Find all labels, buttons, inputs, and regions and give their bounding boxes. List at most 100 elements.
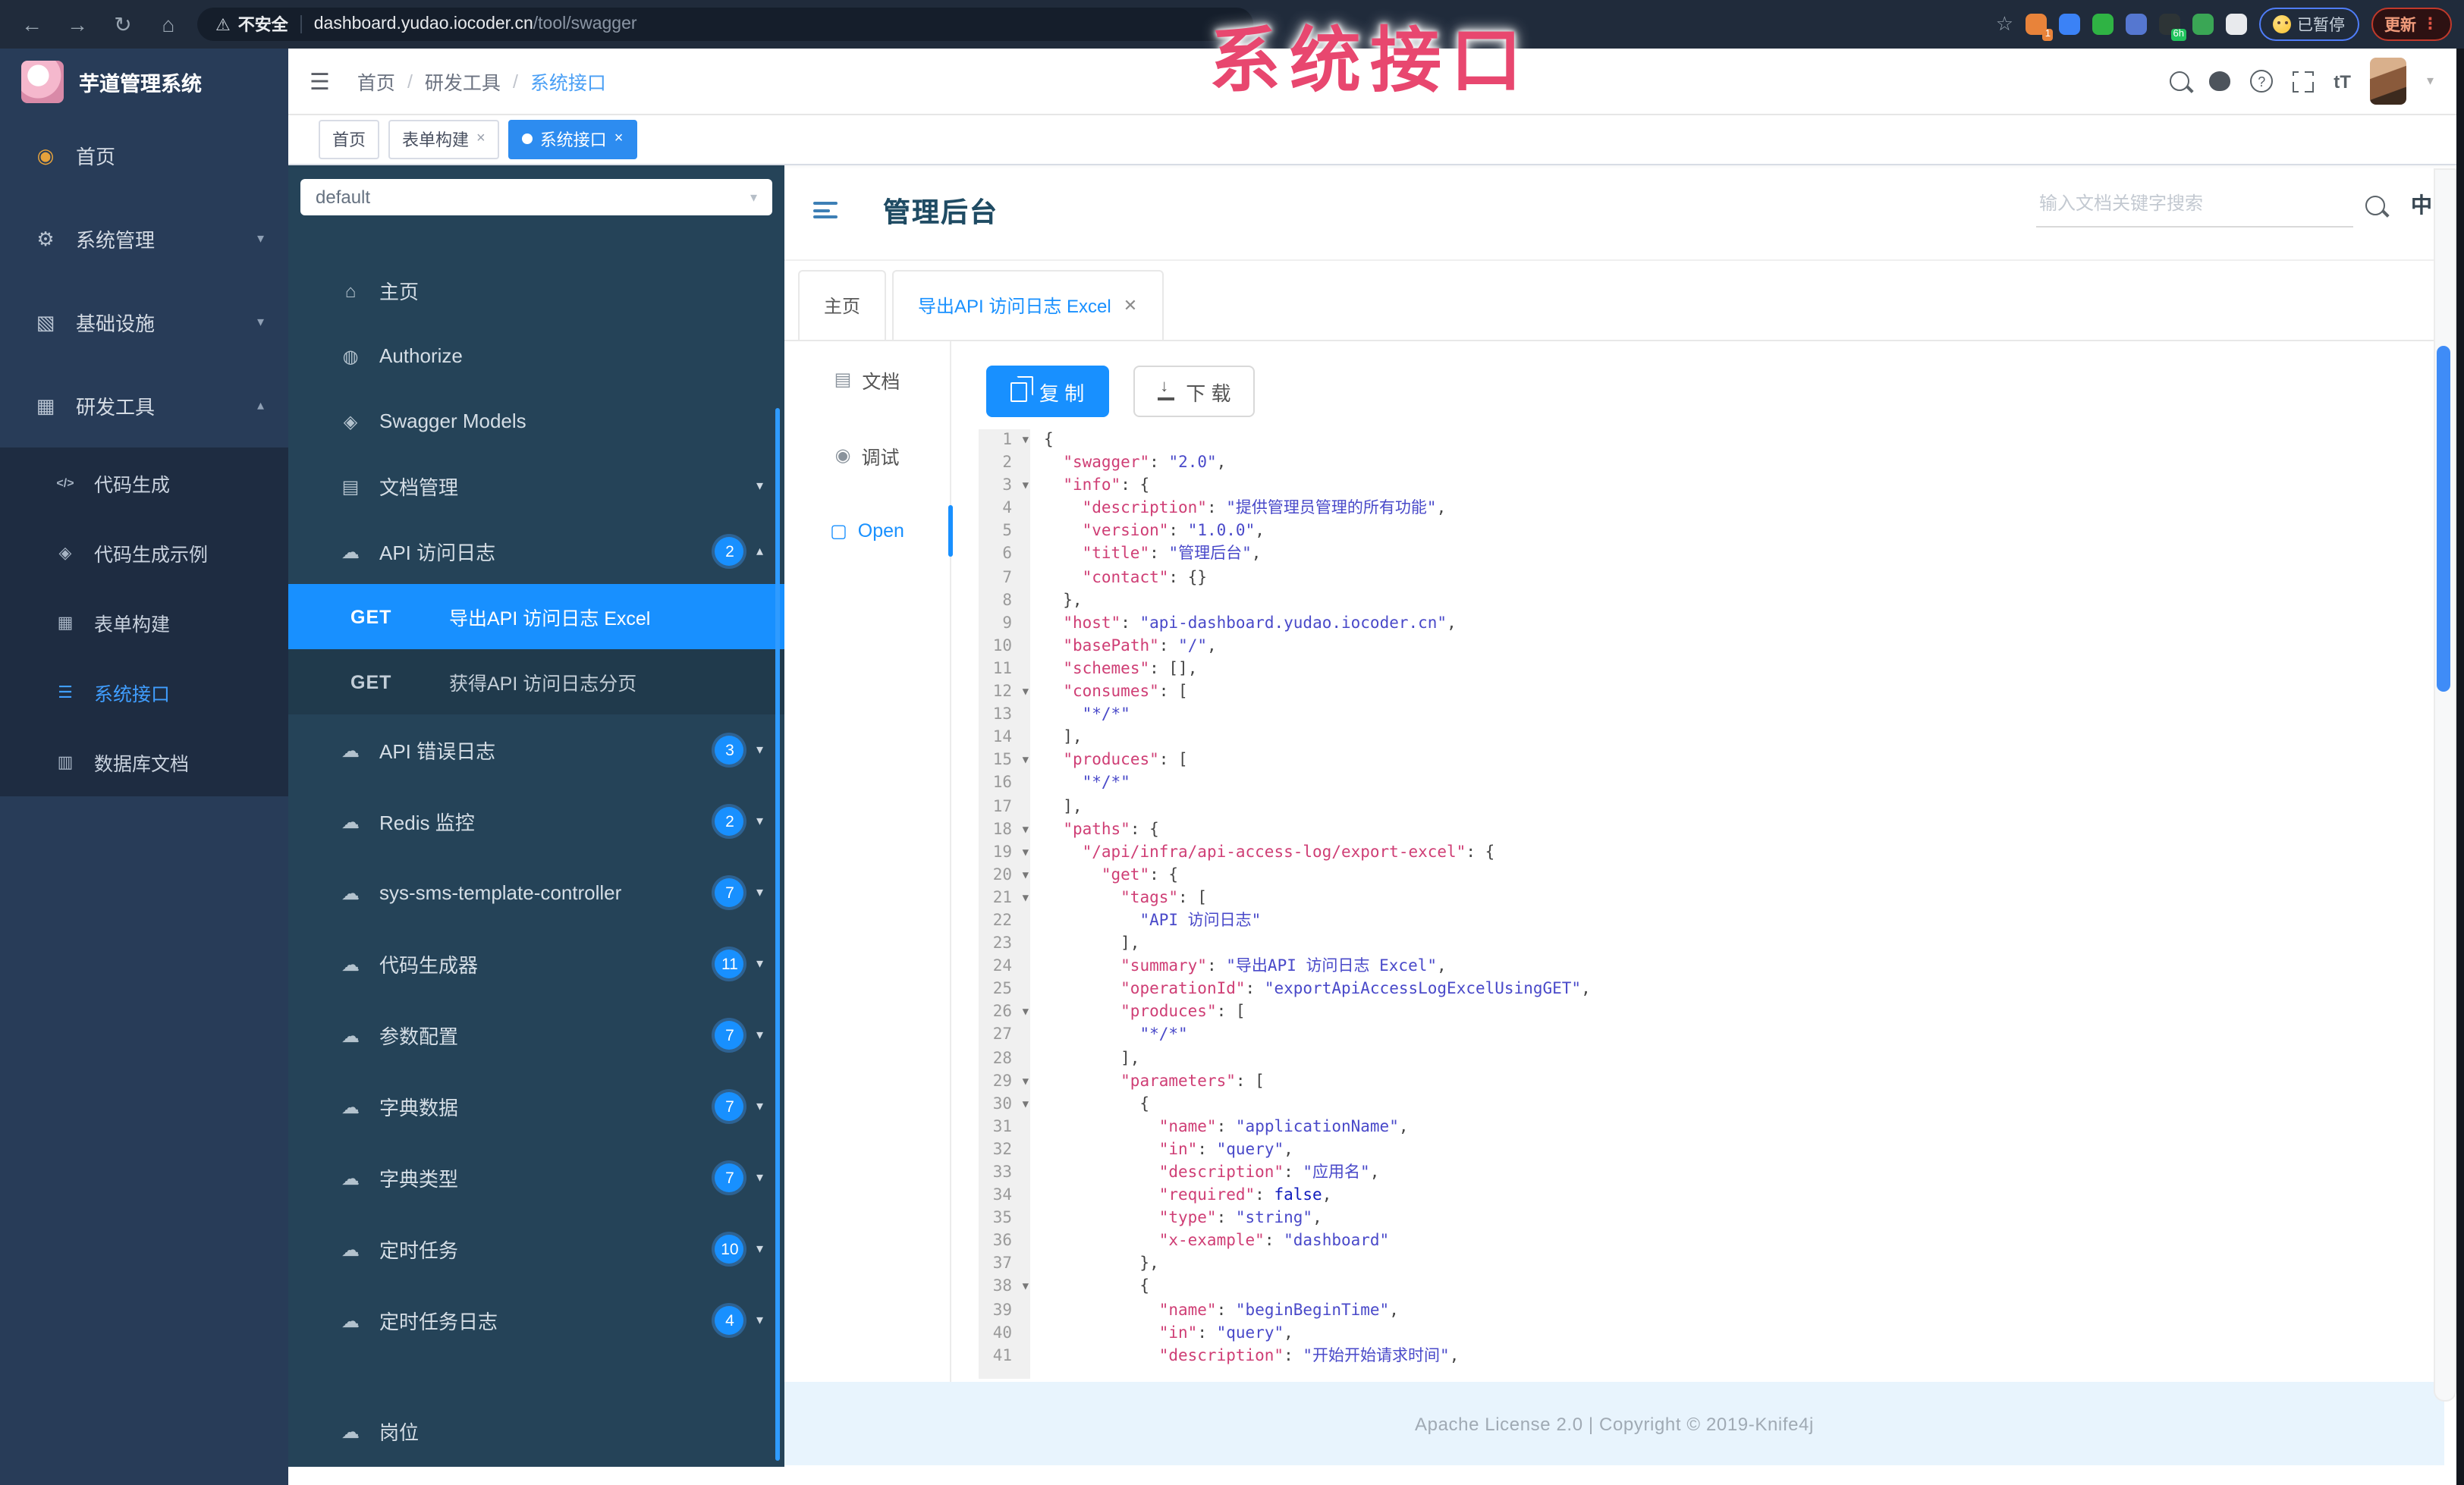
extension-dark-icon[interactable]: 6h xyxy=(2159,14,2186,41)
fold-arrow-icon[interactable]: ▼ xyxy=(1023,429,1029,452)
fullscreen-icon[interactable] xyxy=(2290,68,2315,92)
view-tag[interactable]: 首页 xyxy=(319,119,379,159)
browser-reload-icon[interactable]: ↻ xyxy=(109,11,137,37)
count-badge: 3 xyxy=(715,736,744,764)
operation-item[interactable]: GET 导出API 访问日志 Excel xyxy=(288,584,784,649)
doc-side-tab-open[interactable]: ▢ Open xyxy=(784,493,953,569)
search-icon[interactable] xyxy=(2170,71,2190,91)
fold-arrow-icon[interactable]: ▼ xyxy=(1023,841,1029,864)
swagger-nav-item[interactable]: ⌂ 主页 xyxy=(288,258,784,323)
breadcrumb-item[interactable]: 研发工具 xyxy=(425,67,501,96)
app-logo-block[interactable]: 芋道管理系统 xyxy=(0,49,288,114)
fold-arrow-icon[interactable]: ▼ xyxy=(1023,818,1029,841)
sidebar-subitem[interactable]: ▦ 表单构建 xyxy=(0,587,288,657)
download-button[interactable]: 下 载 xyxy=(1133,366,1256,417)
swagger-tag-item[interactable]: ☁ 定时任务日志 4 ▾ xyxy=(288,1285,784,1356)
doc-side-tab-调试[interactable]: ◉ 调试 xyxy=(784,417,950,493)
hamburger-icon[interactable]: ☰ xyxy=(310,68,330,95)
extension-blue-drop-icon[interactable] xyxy=(2059,14,2080,35)
close-tag-icon[interactable]: × xyxy=(476,130,486,147)
collapse-sidebar-icon[interactable] xyxy=(813,202,838,220)
doc-side-tab-文档[interactable]: ▤ 文档 xyxy=(784,341,950,417)
tag-item-extras: 7 ▾ xyxy=(715,1092,763,1121)
language-toggle-icon[interactable]: 中 xyxy=(2411,190,2432,220)
view-tag[interactable]: 系统接口 × xyxy=(508,119,637,159)
fold-arrow-icon[interactable]: ▼ xyxy=(1023,865,1029,887)
extension-white-star-icon[interactable] xyxy=(2226,14,2247,35)
close-tab-icon[interactable]: ✕ xyxy=(1124,296,1137,316)
code-line: "in": "query", xyxy=(1158,1140,1293,1159)
fold-arrow-icon[interactable]: ▼ xyxy=(1023,750,1029,773)
address-bar[interactable]: ⚠ 不安全 dashboard.yudao.iocoder.cn/tool/sw… xyxy=(197,8,1253,41)
extension-orange-icon[interactable]: 1 xyxy=(2026,14,2053,41)
swagger-nav-item[interactable]: ☁ API 访问日志 2 ▴ xyxy=(288,519,784,584)
breadcrumb-item[interactable]: 首页 xyxy=(357,67,395,96)
code-line: "name": "beginBeginTime", xyxy=(1158,1301,1399,1320)
user-avatar[interactable] xyxy=(2370,58,2407,105)
sidebar-subitem[interactable]: ◈ 代码生成示例 xyxy=(0,517,288,587)
extension-green-circle-icon[interactable] xyxy=(2092,14,2114,35)
swagger-nav-item[interactable]: ▤ 文档管理 ▾ xyxy=(288,454,784,519)
operation-item[interactable]: GET 获得API 访问日志分页 xyxy=(288,649,784,714)
fold-arrow-icon[interactable]: ▼ xyxy=(1023,887,1029,910)
paused-extension-pill[interactable]: 已暂停 xyxy=(2259,8,2359,41)
line-number: 8 xyxy=(1002,591,1012,610)
swagger-tag-item[interactable]: ☁ 岗位 xyxy=(288,1396,784,1467)
swagger-tag-item[interactable]: ☁ sys-sms-template-controller 7 ▾ xyxy=(288,857,784,928)
code-line: "consumes": [ xyxy=(1063,683,1188,702)
fold-arrow-icon[interactable]: ▼ xyxy=(1023,1070,1029,1093)
api-group-select[interactable]: default ▾ xyxy=(300,179,772,215)
swagger-tag-item[interactable]: ☁ 定时任务 10 ▾ xyxy=(288,1213,784,1285)
avatar-caret-icon[interactable]: ▾ xyxy=(2427,73,2434,89)
doc-search-icon[interactable] xyxy=(2365,196,2385,215)
swagger-tag-item[interactable]: ☁ API 错误日志 3 ▾ xyxy=(288,714,784,786)
close-tag-icon[interactable]: × xyxy=(614,130,624,147)
sidebar-item[interactable]: ▦ 研发工具 ▴ xyxy=(0,364,288,447)
doc-search-field[interactable] xyxy=(2036,190,2359,228)
line-number: 3 ▼ xyxy=(979,475,1030,498)
swagger-tag-item[interactable]: ☁ 字典数据 7 ▾ xyxy=(288,1071,784,1142)
fold-arrow-icon[interactable]: ▼ xyxy=(1023,1276,1029,1299)
sidebar-subitem[interactable]: </> 代码生成 xyxy=(0,447,288,517)
swagger-tag-item[interactable]: ☁ 参数配置 7 ▾ xyxy=(288,1000,784,1071)
cloud-icon: ☁ xyxy=(341,1310,360,1331)
bookmark-star-icon[interactable]: ☆ xyxy=(1996,12,2013,36)
doc-tab[interactable]: 导出API 访问日志 Excel ✕ xyxy=(892,270,1164,340)
chevron-down-icon: ▾ xyxy=(756,1312,763,1327)
update-browser-button[interactable]: 更新 ⋮ xyxy=(2371,8,2452,41)
breadcrumb-item[interactable]: 系统接口 xyxy=(530,67,606,96)
view-tag[interactable]: 表单构建 × xyxy=(388,119,499,159)
font-size-icon[interactable]: tT xyxy=(2334,71,2351,92)
sidebar-item[interactable]: ◉ 首页 xyxy=(0,114,288,197)
sidebar-item[interactable]: ⚙ 系统管理 ▾ xyxy=(0,197,288,281)
browser-forward-icon[interactable]: → xyxy=(64,12,91,36)
tag-item-extras: 4 ▾ xyxy=(715,1306,763,1335)
help-icon[interactable]: ? xyxy=(2250,70,2274,93)
sidebar-subitem[interactable]: ▥ 数据库文档 xyxy=(0,727,288,796)
fold-arrow-icon[interactable]: ▼ xyxy=(1023,1002,1029,1025)
sidebar-item[interactable]: ▧ 基础设施 ▾ xyxy=(0,281,288,364)
line-number: 33 xyxy=(992,1163,1012,1182)
extension-green-leaf-icon[interactable] xyxy=(2192,14,2214,35)
swagger-nav-item[interactable]: ◍ Authorize xyxy=(288,323,784,388)
swagger-tag-item[interactable]: ☁ Redis 监控 2 ▾ xyxy=(288,786,784,857)
browser-menu-icon[interactable]: ⋮ xyxy=(2422,15,2438,33)
browser-back-icon[interactable]: ← xyxy=(18,12,46,36)
doc-tab[interactable]: 主页 xyxy=(798,270,887,340)
swagger-tag-item[interactable]: ☁ 字典类型 7 ▾ xyxy=(288,1142,784,1213)
page-scrollbar-thumb[interactable] xyxy=(2437,346,2450,692)
swagger-tag-item[interactable]: ☁ 代码生成器 11 ▾ xyxy=(288,928,784,1000)
sidebar-subitem[interactable]: ☰ 系统接口 xyxy=(0,657,288,727)
code-line: "swagger": "2.0", xyxy=(1063,454,1227,472)
json-editor[interactable]: 1 ▼ 2 3 ▼ 4 5 6 7 8 9 10 11 12 ▼ 13 14 15 ▼ 16 17 18 ▼ 19 ▼ 20 ▼ 21… xyxy=(979,429,2425,1379)
doc-search-input[interactable] xyxy=(2036,191,2359,215)
github-icon[interactable] xyxy=(2209,71,2231,91)
browser-home-icon[interactable]: ⌂ xyxy=(155,12,182,36)
fold-arrow-icon[interactable]: ▼ xyxy=(1023,681,1029,704)
fold-arrow-icon[interactable]: ▼ xyxy=(1023,475,1029,498)
swagger-nav-item[interactable]: ◈ Swagger Models xyxy=(288,388,784,454)
fold-arrow-icon[interactable]: ▼ xyxy=(1023,1093,1029,1116)
security-warning-icon[interactable]: ⚠ xyxy=(215,14,231,34)
copy-button[interactable]: 复 制 xyxy=(986,366,1109,417)
extension-blue-grid-icon[interactable] xyxy=(2126,14,2147,35)
